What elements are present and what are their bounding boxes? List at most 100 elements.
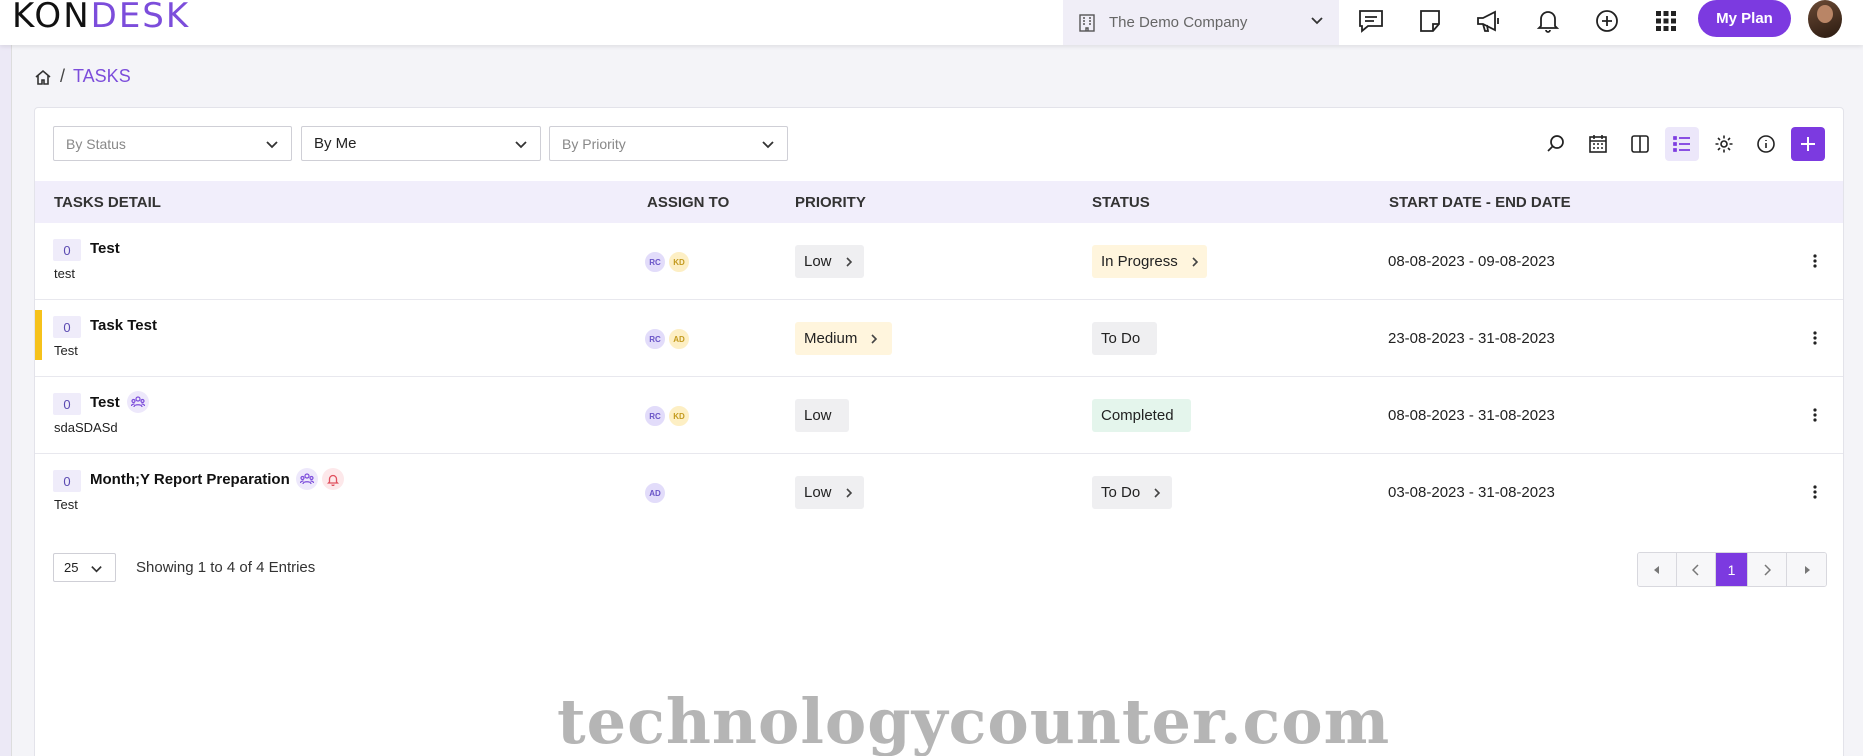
last-page-button[interactable] [1787,553,1826,586]
breadcrumb-current: TASKS [73,66,131,86]
table-header: TASKS DETAIL ASSIGN TO PRIORITY STATUS S… [35,181,1843,223]
priority-label: Medium [804,330,858,347]
list-view-icon[interactable] [1665,127,1699,161]
more-options-icon[interactable] [1807,328,1823,348]
header-tasks-detail[interactable]: TASKS DETAIL [54,194,161,211]
my-plan-button[interactable]: My Plan [1698,0,1791,37]
priority-badge[interactable]: Low [795,399,849,432]
app-logo[interactable]: KONDESK [12,0,190,36]
megaphone-icon[interactable] [1474,6,1504,36]
logo-prefix: KON [12,0,91,36]
chat-icon[interactable] [1356,6,1386,36]
calendar-icon[interactable] [1581,127,1615,161]
task-count: 0 [53,393,81,415]
header-dates[interactable]: START DATE - END DATE [1389,194,1571,211]
priority-badge[interactable]: Medium [795,322,892,355]
info-icon[interactable] [1749,127,1783,161]
reminder-bell-icon [322,468,344,490]
group-icon [127,391,149,413]
status-badge[interactable]: In Progress [1092,245,1207,278]
chevron-right-icon [1192,256,1198,267]
assignee-avatar[interactable]: AD [643,481,667,505]
table-row[interactable]: 0 Month;Y Report Preparation Test AD Low… [35,454,1843,531]
assignee-avatar[interactable]: KD [667,404,691,428]
table-row[interactable]: 0 Task Test Test RC AD Medium To Do 23-0… [35,300,1843,377]
task-dates: 23-08-2023 - 31-08-2023 [1388,330,1555,347]
page-size-select[interactable]: 25 [53,553,116,582]
header-assign-to[interactable]: ASSIGN TO [647,194,729,211]
priority-filter[interactable]: By Priority [549,126,788,161]
task-count: 0 [53,316,81,338]
top-bar: KONDESK The Demo Company My Plan [0,0,1863,45]
pagination: 1 [1637,552,1827,587]
chevron-right-icon [1764,563,1771,576]
status-badge[interactable]: To Do [1092,476,1172,509]
chevron-left-icon [1692,563,1699,576]
prev-page-button[interactable] [1677,553,1716,586]
priority-badge[interactable]: Low [795,245,864,278]
status-badge[interactable]: To Do [1092,322,1157,355]
chevron-down-icon [91,566,102,573]
assignee-avatar[interactable]: RC [643,250,667,274]
chevron-right-icon [1154,487,1161,498]
status-filter-value: By Status [66,135,126,152]
priority-filter-value: By Priority [562,135,626,152]
header-priority[interactable]: PRIORITY [795,194,866,211]
entries-summary: Showing 1 to 4 of 4 Entries [136,559,316,576]
status-badge[interactable]: Completed [1092,399,1191,432]
page-number-button[interactable]: 1 [1716,553,1748,586]
settings-gear-icon[interactable] [1707,127,1741,161]
company-name: The Demo Company [1109,14,1248,31]
apps-grid-icon[interactable] [1651,6,1681,36]
task-title[interactable]: Test [90,240,120,257]
plus-icon [1801,137,1815,151]
more-options-icon[interactable] [1807,482,1823,502]
chevron-right-icon [871,333,878,344]
task-title[interactable]: Test [90,394,120,411]
chevron-down-icon [515,141,527,149]
logo-suffix: DESK [90,0,191,36]
assignee-avatar[interactable]: KD [667,250,691,274]
more-options-icon[interactable] [1807,251,1823,271]
task-count: 0 [53,470,81,492]
table-row[interactable]: 0 Test test RC KD Low In Progress 08-08-… [35,223,1843,300]
priority-badge[interactable]: Low [795,476,864,509]
assignee-avatar[interactable]: RC [643,327,667,351]
plus-circle-icon[interactable] [1592,6,1622,36]
company-selector[interactable]: The Demo Company [1063,0,1339,45]
more-options-icon[interactable] [1807,405,1823,425]
status-filter[interactable]: By Status [53,126,292,161]
assignee-avatar[interactable]: RC [643,404,667,428]
task-title[interactable]: Month;Y Report Preparation [90,471,290,488]
table-row[interactable]: 0 Test sdaSDASd RC KD Low Completed 08-0… [35,377,1843,454]
group-icon [296,468,318,490]
last-page-icon [1804,565,1810,574]
task-dates: 08-08-2023 - 31-08-2023 [1388,407,1555,424]
tasks-card: By Status By Me By Priority TASKS DETAIL… [34,107,1844,756]
task-count: 0 [53,239,81,261]
split-view-icon[interactable] [1623,127,1657,161]
chevron-down-icon [762,141,774,149]
search-icon[interactable] [1539,127,1573,161]
home-icon[interactable] [34,68,52,86]
assignee-avatar[interactable]: AD [667,327,691,351]
bell-icon[interactable] [1533,6,1563,36]
task-dates: 03-08-2023 - 31-08-2023 [1388,484,1555,501]
priority-label: Low [804,407,832,424]
chevron-right-icon [845,256,852,267]
next-page-button[interactable] [1748,553,1787,586]
status-label: Completed [1101,407,1174,424]
status-label: To Do [1101,484,1141,501]
first-page-button[interactable] [1638,553,1677,586]
header-status[interactable]: STATUS [1092,194,1150,211]
task-title[interactable]: Task Test [90,317,157,334]
add-task-button[interactable] [1791,127,1825,161]
left-sidebar [0,45,12,756]
note-icon[interactable] [1415,6,1445,36]
page-size-value: 25 [64,560,79,575]
user-avatar[interactable] [1808,0,1842,38]
status-label: In Progress [1101,253,1178,270]
assigned-filter[interactable]: By Me [301,126,541,161]
building-icon [1079,13,1095,32]
task-description: test [54,266,75,281]
